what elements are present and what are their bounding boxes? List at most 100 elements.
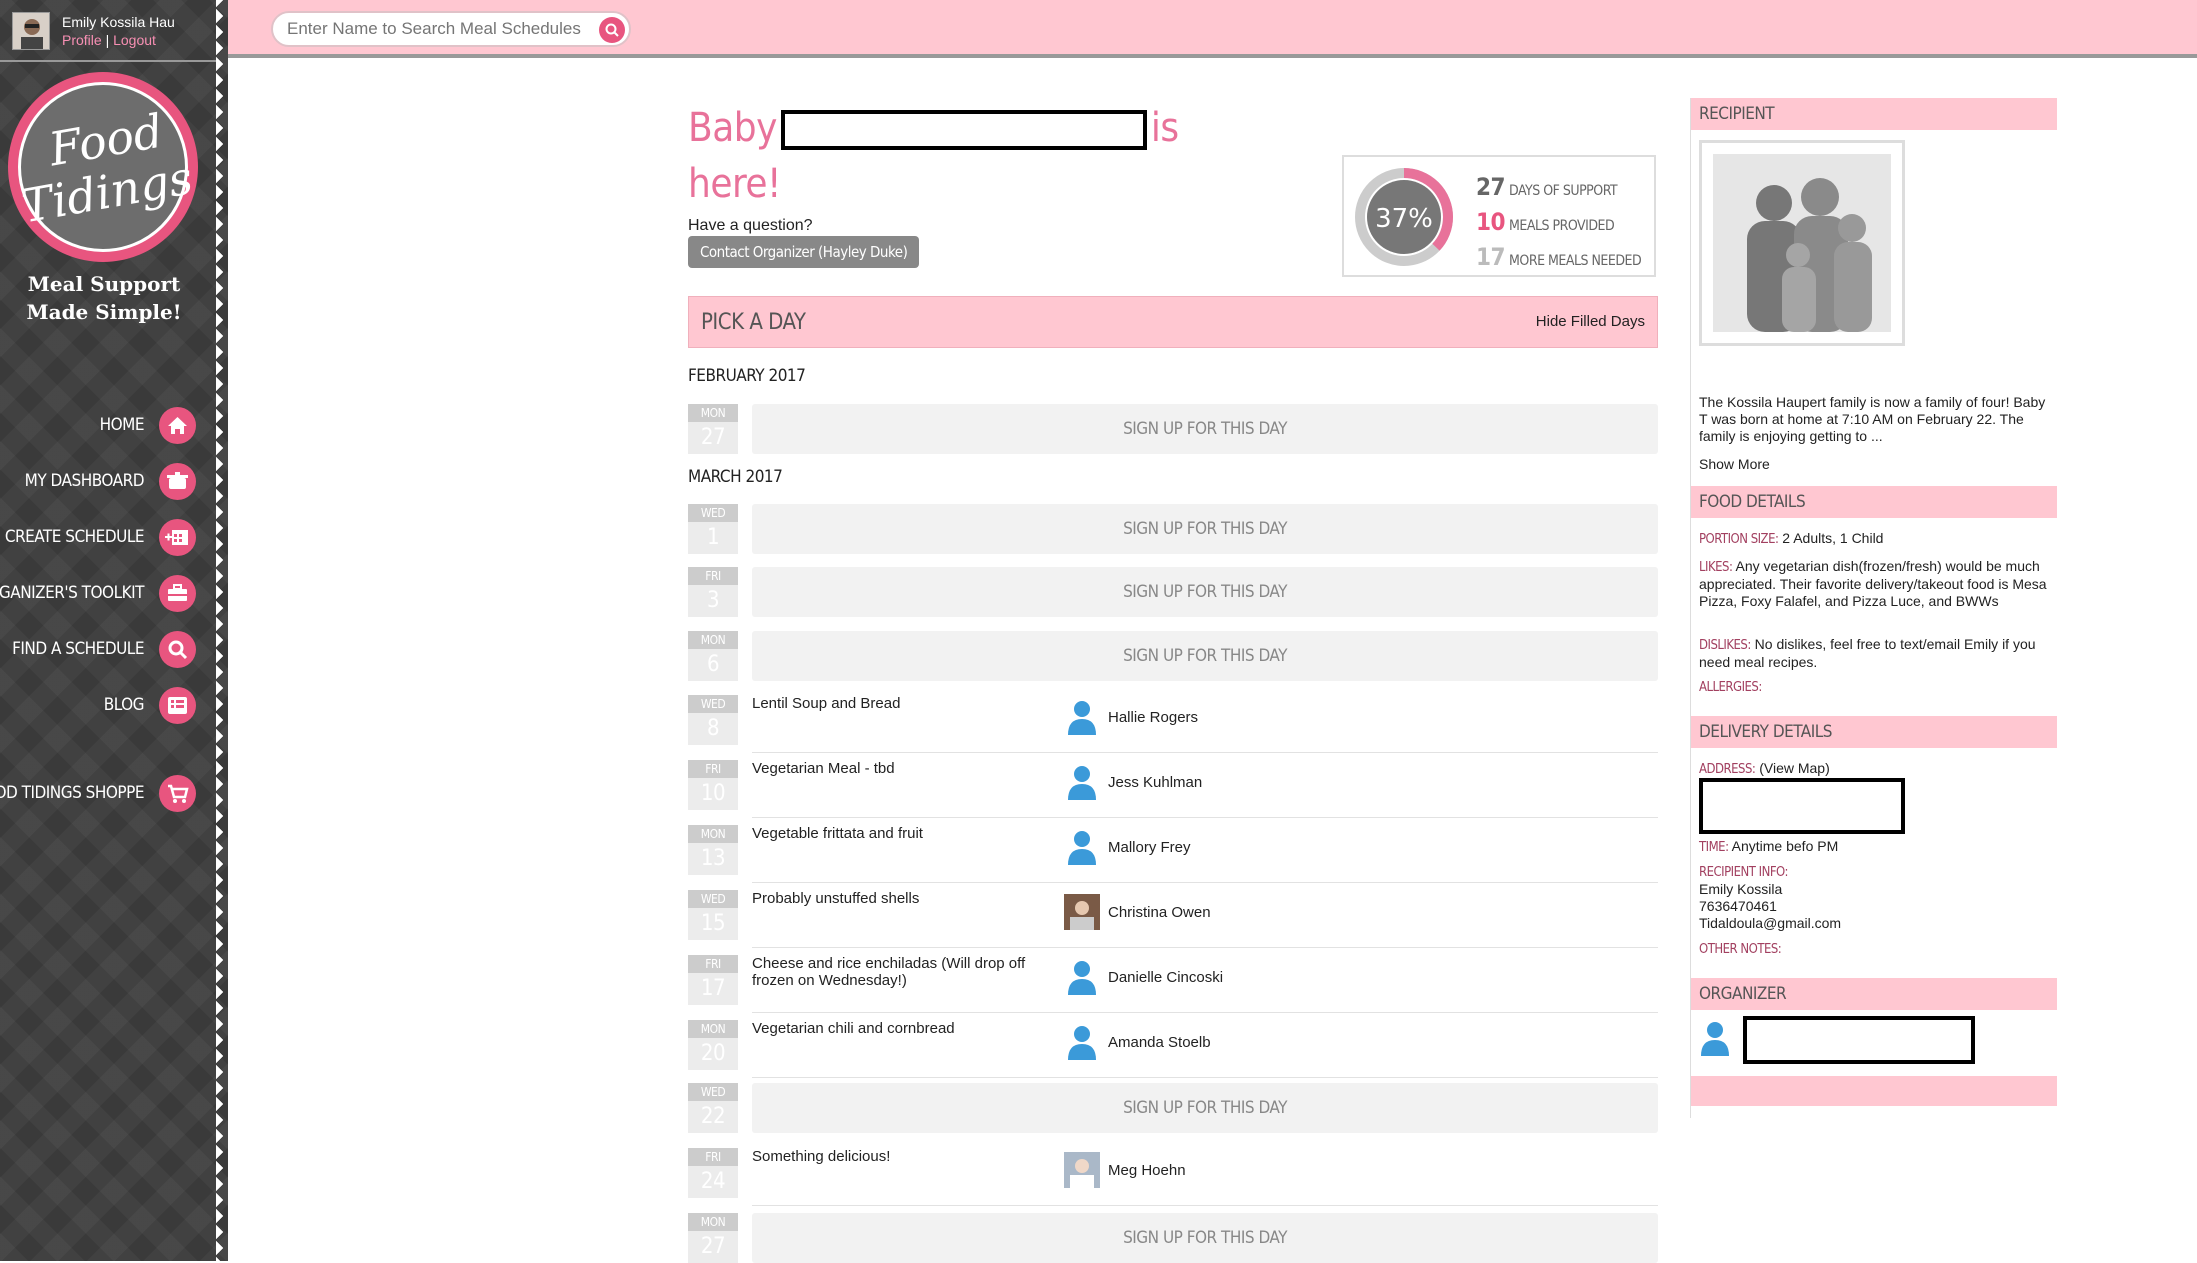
day-number: 13: [688, 843, 738, 875]
organizer-avatar-icon: [1699, 1020, 1731, 1056]
volunteer-name: Danielle Cincoski: [1108, 969, 1224, 986]
day-of-week: WED: [688, 504, 738, 522]
nav-create-schedule[interactable]: CREATE SCHEDULE: [0, 517, 196, 557]
sidebar: Emily Kossila Hau Profile | Logout Food …: [0, 0, 228, 1261]
day-of-week: MON: [688, 631, 738, 649]
title-line2: here!: [688, 161, 781, 207]
sign-up-button[interactable]: SIGN UP FOR THIS DAY: [752, 631, 1658, 681]
user-name: Emily Kossila Hau: [62, 14, 175, 30]
details-panel: RECIPIENT The Kossila Haupert family is …: [1690, 98, 2057, 1118]
recipient-email[interactable]: Tidaldoula@gmail.com: [1699, 915, 2053, 932]
profile-link[interactable]: Profile: [62, 32, 102, 48]
search-input[interactable]: [287, 19, 587, 39]
user-avatar[interactable]: [12, 12, 50, 50]
organizer-header: ORGANIZER: [1691, 978, 2057, 1010]
date-badge: MON 13: [688, 825, 738, 875]
tagline-line-2: Made Simple!: [26, 300, 182, 324]
sign-up-button[interactable]: SIGN UP FOR THIS DAY: [752, 567, 1658, 617]
date-badge: WED 15: [688, 890, 738, 940]
meal-description: Probably unstuffed shells: [752, 890, 920, 907]
row-divider: [752, 752, 1658, 753]
row-divider: [752, 1077, 1658, 1078]
family-silhouette-icon: [1713, 154, 1891, 332]
row-divider: [752, 817, 1658, 818]
day-number: 27: [688, 1231, 738, 1263]
day-number: 15: [688, 908, 738, 940]
date-badge: FRI 24: [688, 1148, 738, 1198]
day-number: 27: [688, 422, 738, 454]
meal-description: Something delicious!: [752, 1148, 891, 1165]
sidebar-divider: [0, 60, 216, 62]
redacted-address: [1699, 778, 1905, 834]
date-badge: FRI 3: [688, 567, 738, 617]
contact-organizer-button[interactable]: Contact Organizer (Hayley Duke): [688, 236, 920, 268]
volunteer-name: Mallory Frey: [1108, 839, 1191, 856]
stats-box: 37% 27 DAYS OF SUPPORT 10 MEALS PROVIDED 1…: [1342, 155, 1656, 277]
search-icon: [159, 631, 196, 668]
page-title: Baby is here!: [688, 100, 1179, 212]
likes: LIKES: Any vegetarian dish(frozen/fresh)…: [1699, 558, 2047, 609]
nav-my-dashboard[interactable]: MY DASHBOARD: [0, 461, 196, 501]
nav-label: ORGANIZER'S TOOLKIT: [0, 583, 144, 603]
day-of-week: MON: [688, 1213, 738, 1231]
hide-filled-days-link[interactable]: Hide Filled Days: [1536, 313, 1645, 330]
sign-up-button[interactable]: SIGN UP FOR THIS DAY: [752, 404, 1658, 454]
search-icon: [605, 23, 619, 37]
day-of-week: WED: [688, 890, 738, 908]
recipient-header: RECIPIENT: [1691, 98, 2057, 130]
nav-find-a-schedule[interactable]: FIND A SCHEDULE: [0, 629, 196, 669]
sign-up-button[interactable]: SIGN UP FOR THIS DAY: [752, 1213, 1658, 1263]
redacted-name: [780, 110, 1147, 150]
day-of-week: FRI: [688, 955, 738, 973]
calendar-add-icon: [159, 519, 196, 556]
volunteer-name: Meg Hoehn: [1108, 1162, 1186, 1179]
nav-home[interactable]: HOME: [0, 405, 196, 445]
nav-label: HOME: [99, 415, 145, 435]
view-map-link[interactable]: (View Map): [1759, 760, 1830, 776]
day-number: 17: [688, 973, 738, 1005]
allergies: ALLERGIES:: [1699, 680, 1762, 695]
volunteer-avatar: [1064, 1152, 1100, 1188]
delivery-details-header: DELIVERY DETAILS: [1691, 716, 2057, 748]
nav-organizers-toolkit[interactable]: ORGANIZER'S TOOLKIT: [0, 573, 196, 613]
address: ADDRESS: (View Map): [1699, 760, 1830, 777]
sign-up-button[interactable]: SIGN UP FOR THIS DAY: [752, 504, 1658, 554]
user-links: Profile | Logout: [62, 32, 156, 48]
recipient-photo: [1699, 140, 1905, 346]
day-of-week: MON: [688, 404, 738, 422]
date-badge: WED 22: [688, 1083, 738, 1133]
nav-food-tidings-shoppe[interactable]: FOOD TIDINGS SHOPPE: [0, 773, 196, 813]
logo-inner: Food Tidings: [18, 82, 197, 252]
progress-percent: 37%: [1375, 204, 1433, 234]
nav-blog[interactable]: BLOG: [0, 685, 196, 725]
date-badge: FRI 17: [688, 955, 738, 1005]
cart-icon: [159, 775, 196, 812]
stat-days: 27 DAYS OF SUPPORT: [1476, 173, 1618, 201]
sign-up-button[interactable]: SIGN UP FOR THIS DAY: [752, 1083, 1658, 1133]
volunteer-name: Christina Owen: [1108, 904, 1211, 921]
day-of-week: FRI: [688, 567, 738, 585]
date-badge: MON 27: [688, 1213, 738, 1263]
day-number: 10: [688, 778, 738, 810]
volunteer-name: Jess Kuhlman: [1108, 774, 1203, 791]
row-divider: [752, 947, 1658, 948]
dislikes: DISLIKES: No dislikes, feel free to text…: [1699, 636, 2036, 670]
nav-label: FOOD TIDINGS SHOPPE: [0, 783, 145, 803]
search-button[interactable]: [599, 17, 625, 43]
show-more-link[interactable]: Show More: [1699, 456, 2053, 473]
search-box: [271, 11, 631, 47]
food-tidings-logo[interactable]: Food Tidings: [8, 72, 198, 262]
meal-description: Vegetarian Meal - tbd: [752, 760, 895, 777]
volunteer-avatar: [1064, 764, 1100, 800]
volunteer-avatar: [1064, 699, 1100, 735]
date-badge: WED 1: [688, 504, 738, 554]
date-badge: FRI 10: [688, 760, 738, 810]
redacted-organizer: [1743, 1016, 1975, 1064]
day-number: 6: [688, 649, 738, 681]
volunteer-avatar: [1064, 894, 1100, 930]
day-number: 24: [688, 1166, 738, 1198]
day-of-week: MON: [688, 825, 738, 843]
logout-link[interactable]: Logout: [113, 32, 156, 48]
delivery-time: TIME: Anytime befo PM: [1699, 838, 1839, 855]
nav-label: BLOG: [103, 695, 145, 715]
